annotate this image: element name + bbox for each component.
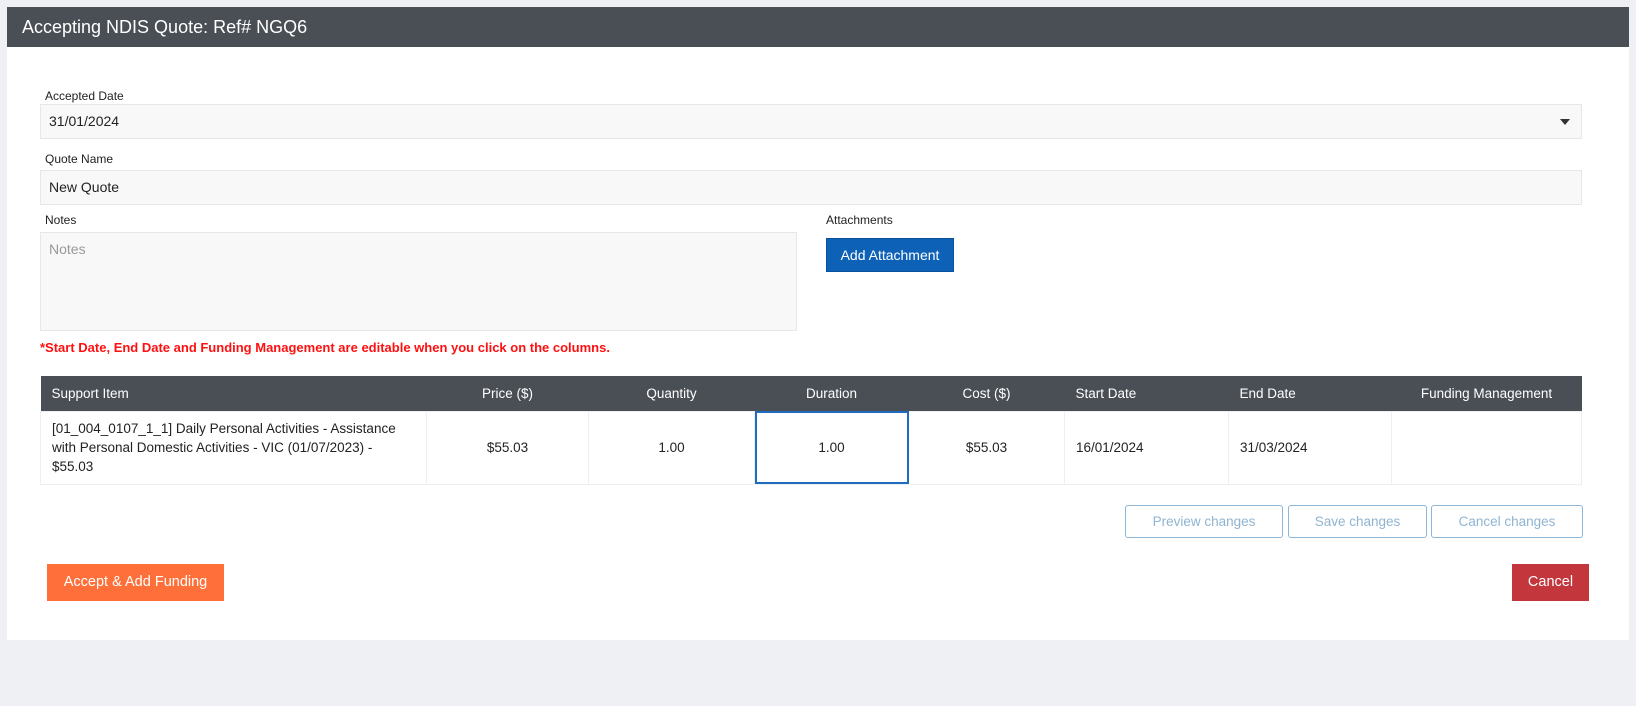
cell-duration[interactable]: 1.00 [754, 410, 909, 485]
accepted-date-field[interactable]: 31/01/2024 [40, 104, 1582, 139]
cell-start-date[interactable]: 16/01/2024 [1064, 410, 1229, 485]
attachments-label: Attachments [826, 213, 893, 227]
cell-end-date[interactable]: 31/03/2024 [1228, 410, 1392, 485]
dialog-title: Accepting NDIS Quote: Ref# NGQ6 [7, 7, 1629, 47]
cancel-changes-button[interactable]: Cancel changes [1431, 505, 1583, 538]
accept-add-funding-button[interactable]: Accept & Add Funding [47, 564, 224, 601]
column-header-price[interactable]: Price ($) [426, 376, 589, 411]
editable-columns-warning: *Start Date, End Date and Funding Manage… [40, 340, 610, 355]
preview-changes-button[interactable]: Preview changes [1125, 505, 1283, 538]
accepted-date-value: 31/01/2024 [49, 113, 120, 129]
column-header-cost[interactable]: Cost ($) [908, 376, 1065, 411]
column-header-quantity[interactable]: Quantity [588, 376, 755, 411]
column-header-funding-management[interactable]: Funding Management [1391, 376, 1582, 411]
accepted-date-label: Accepted Date [45, 89, 124, 103]
column-header-end-date[interactable]: End Date [1228, 376, 1392, 411]
cell-cost: $55.03 [908, 410, 1065, 485]
column-header-support-item[interactable]: Support Item [40, 376, 427, 411]
notes-field[interactable]: Notes [40, 232, 797, 331]
quote-name-label: Quote Name [45, 152, 114, 166]
notes-label: Notes [45, 213, 77, 227]
cell-price: $55.03 [426, 410, 589, 485]
cell-support-item: [01_004_0107_1_1] Daily Personal Activit… [40, 410, 427, 485]
save-changes-button[interactable]: Save changes [1288, 505, 1427, 538]
column-header-start-date[interactable]: Start Date [1064, 376, 1229, 411]
cell-quantity: 1.00 [588, 410, 755, 485]
column-header-duration[interactable]: Duration [754, 376, 909, 411]
cancel-button[interactable]: Cancel [1512, 564, 1589, 601]
cell-funding-management[interactable] [1391, 410, 1582, 485]
add-attachment-button[interactable]: Add Attachment [826, 238, 954, 272]
caret-down-icon[interactable] [1560, 119, 1570, 125]
table-header-row: Support Item Price ($) Quantity Duration… [40, 376, 1582, 411]
quote-name-field[interactable]: New Quote [40, 170, 1582, 205]
support-items-table: Support Item Price ($) Quantity Duration… [40, 376, 1582, 485]
table-row: [01_004_0107_1_1] Daily Personal Activit… [40, 410, 1582, 485]
